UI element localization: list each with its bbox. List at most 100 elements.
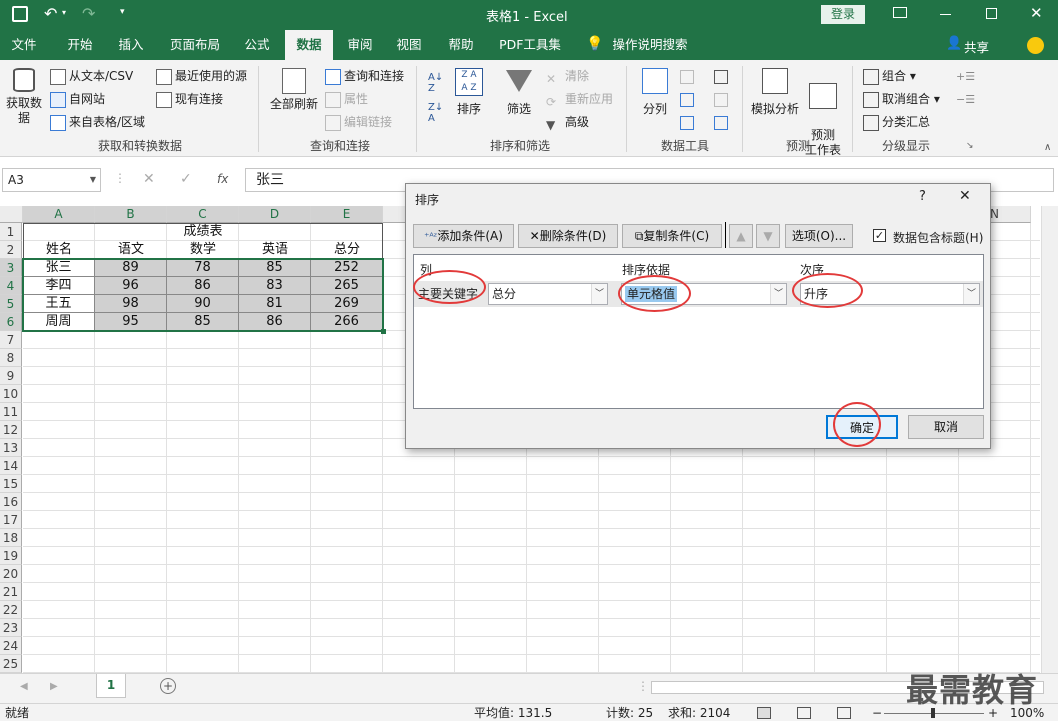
consolidate-icon[interactable] xyxy=(714,70,728,84)
minimize-icon[interactable] xyxy=(940,14,951,15)
tab-pdf[interactable]: PDF工具集 xyxy=(494,30,566,60)
scroll-right-icon[interactable]: ▶ xyxy=(50,681,58,692)
customize-qat-icon[interactable]: ▾ xyxy=(120,7,125,17)
copy-condition-button[interactable]: ⧉复制条件(C) xyxy=(622,224,722,248)
row-header-6[interactable]: 6 xyxy=(0,313,22,331)
name-box[interactable]: A3 ▼ xyxy=(2,168,101,192)
group-button[interactable]: 组合 ▾ xyxy=(863,66,916,86)
header-cell[interactable]: 英语 xyxy=(239,241,311,259)
column-header-C[interactable]: C xyxy=(167,206,239,223)
hide-detail-icon[interactable]: −☰ xyxy=(956,93,975,106)
select-all-corner[interactable] xyxy=(0,206,23,223)
row-header-3[interactable]: 3 xyxy=(0,259,22,277)
what-if-button[interactable]: 模拟分析 xyxy=(748,68,802,117)
header-cell[interactable]: 数学 xyxy=(167,241,239,259)
vertical-scrollbar[interactable] xyxy=(1041,206,1058,673)
row-header-10[interactable]: 10 xyxy=(0,385,22,403)
conditions-list[interactable]: 列 排序依据 次序 主要关键字 总分 ﹀ 单元格值 ﹀ 升序 ﹀ xyxy=(413,254,984,409)
flash-fill-icon[interactable] xyxy=(680,70,694,84)
add-condition-button[interactable]: ⁺ᴬᶻ添加条件(A) xyxy=(413,224,514,248)
from-table-button[interactable]: 来自表格/区域 xyxy=(50,112,145,132)
relationships-icon[interactable] xyxy=(714,93,728,107)
row-header-11[interactable]: 11 xyxy=(0,403,22,421)
queries-connections-button[interactable]: 查询和连接 xyxy=(325,66,404,86)
normal-view-icon[interactable] xyxy=(757,707,771,719)
header-cell[interactable]: 姓名 xyxy=(23,241,95,259)
tab-view[interactable]: 视图 xyxy=(388,30,430,60)
row-header-24[interactable]: 24 xyxy=(0,637,22,655)
row-header-12[interactable]: 12 xyxy=(0,421,22,439)
enter-formula-icon[interactable]: ✓ xyxy=(180,171,192,187)
tab-insert[interactable]: 插入 xyxy=(108,30,154,60)
tab-data[interactable]: 数据 xyxy=(285,30,333,60)
row-header-7[interactable]: 7 xyxy=(0,331,22,349)
get-data-button[interactable]: 获取数据 xyxy=(3,68,45,126)
tab-help[interactable]: 帮助 xyxy=(440,30,482,60)
row-header-8[interactable]: 8 xyxy=(0,349,22,367)
existing-connections-button[interactable]: 现有连接 xyxy=(156,89,223,109)
collapse-ribbon-icon[interactable]: ∧ xyxy=(1044,142,1051,153)
dialog-launcher-icon[interactable]: ↘ xyxy=(966,141,974,151)
row-header-20[interactable]: 20 xyxy=(0,565,22,583)
fill-handle[interactable] xyxy=(381,329,386,334)
row-header-5[interactable]: 5 xyxy=(0,295,22,313)
options-button[interactable]: 选项(O)... xyxy=(785,224,853,248)
row-header-15[interactable]: 15 xyxy=(0,475,22,493)
move-up-button[interactable]: ▲ xyxy=(729,224,753,248)
tab-page-layout[interactable]: 页面布局 xyxy=(162,30,228,60)
header-cell[interactable]: 语文 xyxy=(95,241,167,259)
properties-button[interactable]: 属性 xyxy=(325,89,368,109)
dialog-close-button[interactable]: ✕ xyxy=(959,188,971,204)
page-break-view-icon[interactable] xyxy=(837,707,851,719)
row-header-4[interactable]: 4 xyxy=(0,277,22,295)
recent-sources-button[interactable]: 最近使用的源 xyxy=(156,66,247,86)
remove-duplicates-icon[interactable] xyxy=(680,93,694,107)
data-model-icon[interactable] xyxy=(714,116,728,130)
add-sheet-icon[interactable]: + xyxy=(160,678,176,694)
row-header-25[interactable]: 25 xyxy=(0,655,22,673)
row-header-23[interactable]: 23 xyxy=(0,619,22,637)
row-header-16[interactable]: 16 xyxy=(0,493,22,511)
sheet-tab-1[interactable]: 1 xyxy=(96,674,126,698)
column-header-D[interactable]: D xyxy=(239,206,311,223)
cancel-button[interactable]: 取消 xyxy=(908,415,984,439)
row-header-22[interactable]: 22 xyxy=(0,601,22,619)
from-text-button[interactable]: 从文本/CSV xyxy=(50,66,133,86)
text-to-columns-button[interactable]: 分列 xyxy=(638,68,672,117)
scroll-left-icon[interactable]: ◀ xyxy=(20,681,28,692)
advanced-button[interactable]: ▼ 高级 xyxy=(546,112,589,132)
smiley-icon[interactable] xyxy=(1027,37,1044,54)
tab-formulas[interactable]: 公式 xyxy=(236,30,278,60)
row-header-14[interactable]: 14 xyxy=(0,457,22,475)
tell-me-search[interactable]: 操作说明搜索 xyxy=(608,30,692,60)
tab-review[interactable]: 审阅 xyxy=(338,30,382,60)
table-title-cell[interactable]: 成绩表 xyxy=(23,223,383,241)
row-header-19[interactable]: 19 xyxy=(0,547,22,565)
row-header-18[interactable]: 18 xyxy=(0,529,22,547)
page-layout-view-icon[interactable] xyxy=(797,707,811,719)
from-web-button[interactable]: 自网站 xyxy=(50,89,105,109)
redo-icon[interactable]: ↷ xyxy=(82,4,95,23)
row-header-2[interactable]: 2 xyxy=(0,241,22,259)
undo-icon[interactable]: ↶ xyxy=(44,4,57,23)
share-button[interactable]: 共享 xyxy=(964,37,989,56)
subtotal-button[interactable]: 分类汇总 xyxy=(863,112,930,132)
save-icon[interactable] xyxy=(12,6,28,22)
close-icon[interactable]: ✕ xyxy=(1030,4,1043,22)
show-detail-icon[interactable]: +☰ xyxy=(956,70,975,83)
refresh-all-button[interactable]: 全部刷新 xyxy=(268,68,320,112)
help-button[interactable]: ? xyxy=(919,189,926,204)
tab-file[interactable]: 文件 xyxy=(0,30,48,60)
header-cell[interactable]: 总分 xyxy=(311,241,383,259)
sort-az-icon[interactable]: A↓ Z xyxy=(428,72,443,94)
maximize-icon[interactable] xyxy=(986,8,997,19)
edit-links-button[interactable]: 编辑链接 xyxy=(325,112,392,132)
reapply-button[interactable]: ⟳ 重新应用 xyxy=(546,89,613,109)
undo-dropdown-icon[interactable]: ▾ xyxy=(62,8,66,17)
ribbon-display-icon[interactable] xyxy=(893,7,907,18)
column-header-A[interactable]: A xyxy=(23,206,95,223)
login-button[interactable]: 登录 xyxy=(821,5,865,24)
column-header-B[interactable]: B xyxy=(95,206,167,223)
sort-button[interactable]: Z AA Z 排序 xyxy=(452,68,486,117)
name-box-dropdown-icon[interactable]: ▼ xyxy=(90,169,96,191)
